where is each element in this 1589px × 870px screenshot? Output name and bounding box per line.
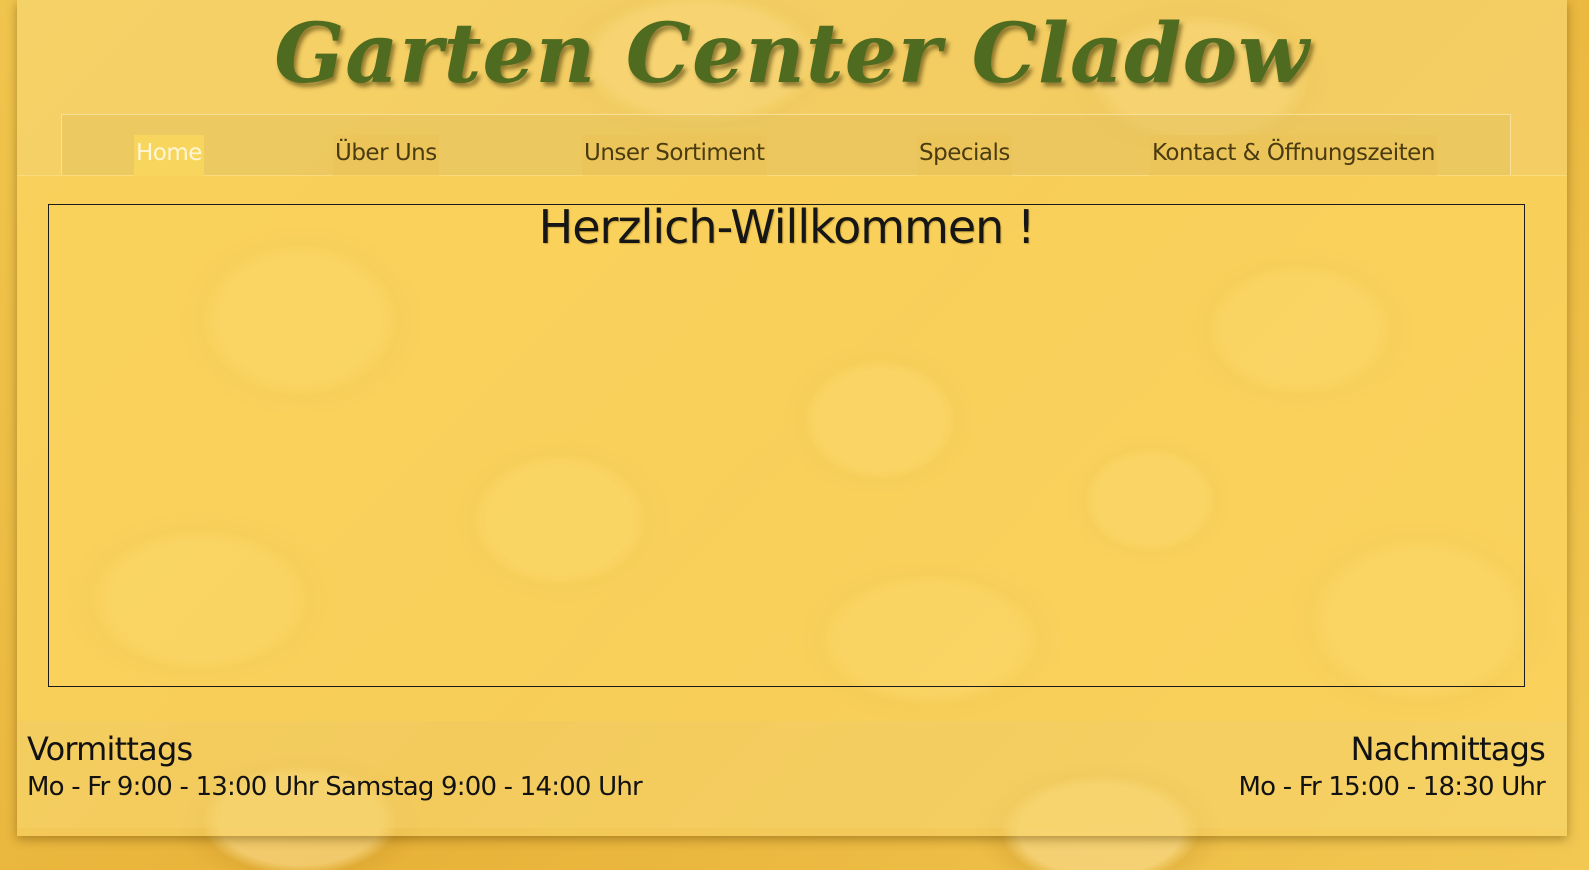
site-title: Garten Center Cladow [274, 6, 1310, 102]
welcome-heading: Herzlich-Willkommen ! [538, 200, 1036, 254]
main-navigation: Home Über Uns Unser Sortiment Specials K… [61, 114, 1511, 176]
welcome-box: Herzlich-Willkommen ! [48, 204, 1525, 687]
morning-hours: Vormittags Mo - Fr 9:00 - 13:00 Uhr Sams… [27, 729, 643, 805]
nav-item-unser-sortiment[interactable]: Unser Sortiment [582, 135, 767, 176]
site-header: Garten Center Cladow Home Über Uns Unser… [17, 0, 1567, 176]
afternoon-hours-text: Mo - Fr 15:00 - 18:30 Uhr [1238, 772, 1546, 802]
morning-hours-title: Vormittags [27, 730, 193, 768]
nav-item-home[interactable]: Home [134, 135, 204, 176]
opening-hours-footer: Vormittags Mo - Fr 9:00 - 13:00 Uhr Sams… [17, 721, 1567, 828]
main-content: Herzlich-Willkommen ! [17, 175, 1567, 721]
afternoon-hours-title: Nachmittags [1350, 730, 1546, 768]
nav-item-kontact-oeffnungszeiten[interactable]: Kontact & Öffnungszeiten [1150, 135, 1437, 176]
nav-item-specials[interactable]: Specials [917, 135, 1012, 176]
morning-hours-text: Mo - Fr 9:00 - 13:00 Uhr Samstag 9:00 - … [27, 772, 643, 802]
page-frame: Garten Center Cladow Home Über Uns Unser… [17, 0, 1567, 836]
nav-item-ueber-uns[interactable]: Über Uns [333, 135, 439, 176]
afternoon-hours: Nachmittags Mo - Fr 15:00 - 18:30 Uhr [1239, 729, 1546, 805]
